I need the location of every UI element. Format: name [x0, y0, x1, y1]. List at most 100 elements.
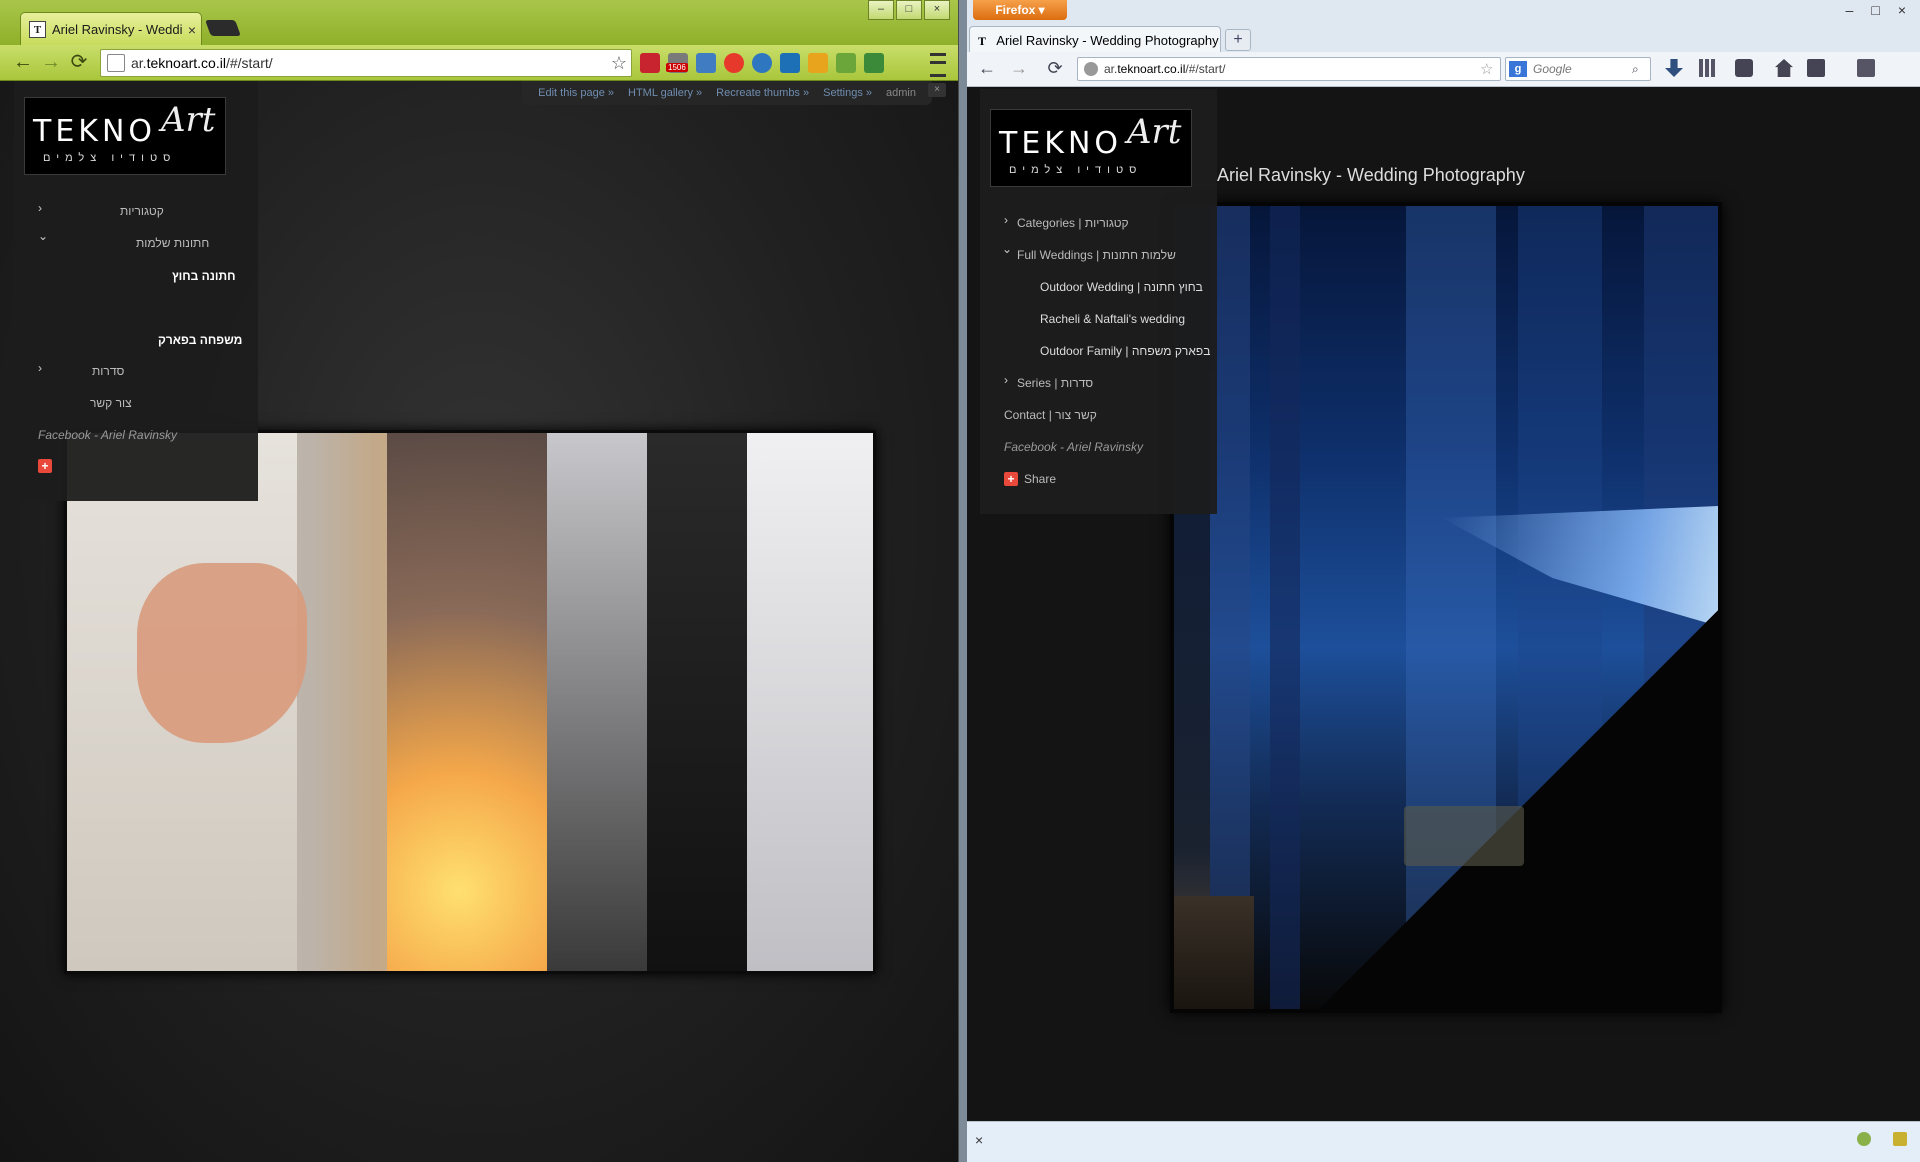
- menu-full-weddings[interactable]: חתונות שלמות: [136, 236, 209, 250]
- menu-categories[interactable]: קטגוריות: [120, 204, 164, 218]
- html-gallery-link[interactable]: HTML gallery »: [628, 87, 702, 99]
- omnibox[interactable]: ar.teknoart.co.il/#/start/ ☆: [100, 49, 632, 77]
- new-tab-button[interactable]: [205, 20, 241, 36]
- reload-button[interactable]: ⟳: [1043, 58, 1067, 79]
- menu-full-weddings[interactable]: Full Weddings | שלמות חתונות: [1017, 248, 1176, 262]
- google-icon: g: [1509, 61, 1527, 77]
- extension-icon[interactable]: [696, 53, 716, 73]
- new-tab-button[interactable]: +: [1225, 29, 1251, 51]
- status-icon[interactable]: [1893, 1132, 1907, 1146]
- firefox-page: Ariel Ravinsky - Wedding Photography TEK…: [967, 87, 1920, 1121]
- chevron-right-icon: ›: [38, 361, 42, 375]
- page-heading: Ariel Ravinsky - Wedding Photography: [1217, 165, 1525, 185]
- menu-racheli-wedding[interactable]: Racheli & Naftali's wedding: [1040, 312, 1185, 326]
- tab-close-icon[interactable]: ×: [183, 22, 201, 38]
- firefox-titlebar: Firefox ▾ – □ ×: [967, 0, 1920, 24]
- url-text: ar.teknoart.co.il/#/start/: [1104, 62, 1226, 76]
- share-plus-icon[interactable]: +: [1004, 472, 1018, 486]
- menu-facebook[interactable]: Facebook - Ariel Ravinsky: [38, 428, 177, 442]
- window-controls: – □ ×: [866, 0, 950, 20]
- extension-icon[interactable]: [808, 53, 828, 73]
- back-button[interactable]: ←: [10, 50, 36, 74]
- firefox-menu-button[interactable]: Firefox ▾: [973, 0, 1067, 20]
- menu-outdoor-wedding[interactable]: חתונה בחוץ: [172, 269, 236, 283]
- bookmark-star-icon[interactable]: ☆: [1480, 60, 1500, 78]
- hand-shape: [137, 563, 307, 743]
- admin-bar-close-icon[interactable]: ×: [928, 83, 946, 97]
- reload-button[interactable]: ⟳: [66, 50, 92, 74]
- menu-series[interactable]: Series | סדרות: [1017, 376, 1093, 390]
- print-icon[interactable]: [1735, 59, 1753, 77]
- page-icon: [107, 54, 125, 72]
- chrome-page: Edit this page » HTML gallery » Recreate…: [0, 81, 958, 1162]
- chevron-right-icon: ›: [1004, 213, 1008, 227]
- settings-icon[interactable]: [1857, 59, 1875, 77]
- chrome-window: T Ariel Ravinsky - Wedding × – □ × ← → ⟳…: [0, 0, 959, 1162]
- menu-categories[interactable]: Categories | קטגוריות: [1017, 216, 1129, 230]
- favicon-icon: T: [29, 21, 46, 38]
- extension-icon[interactable]: [780, 53, 800, 73]
- maximize-button[interactable]: □: [1871, 2, 1879, 18]
- forward-button[interactable]: →: [38, 50, 64, 74]
- back-button[interactable]: ←: [975, 58, 999, 79]
- chrome-tab[interactable]: T Ariel Ravinsky - Wedding ×: [20, 12, 202, 46]
- extension-badge-icon[interactable]: 1506: [666, 53, 688, 73]
- tab-title: Ariel Ravinsky - Wedding: [52, 22, 183, 37]
- tekno-art-logo[interactable]: TEKNO Art סטודיו צלמים: [24, 97, 226, 175]
- extension-icon[interactable]: [836, 53, 856, 73]
- slideshow-photo: [64, 430, 876, 974]
- extension-icon[interactable]: [724, 53, 744, 73]
- close-window-button[interactable]: ×: [924, 0, 950, 20]
- menu-contact[interactable]: צור קשר: [90, 396, 132, 410]
- addon-bar-close-icon[interactable]: ×: [975, 1132, 983, 1148]
- extension-icon[interactable]: [864, 53, 884, 73]
- forward-button[interactable]: →: [1007, 58, 1031, 79]
- maximize-button[interactable]: □: [896, 0, 922, 20]
- search-input[interactable]: Google: [1533, 62, 1632, 76]
- minimize-button[interactable]: –: [1846, 2, 1854, 18]
- firefox-tab[interactable]: T Ariel Ravinsky - Wedding Photography .…: [969, 26, 1221, 53]
- download-icon[interactable]: [1665, 59, 1683, 77]
- search-icon[interactable]: ⌕: [1632, 62, 1650, 77]
- menu-series[interactable]: סדרות: [92, 364, 124, 378]
- menu-outdoor-family[interactable]: משפחה בפארק: [158, 333, 242, 347]
- firefox-window: Firefox ▾ – □ × T Ariel Ravinsky - Weddi…: [967, 0, 1920, 1162]
- chrome-menu-icon[interactable]: [930, 53, 946, 77]
- status-icon[interactable]: [1857, 1132, 1871, 1146]
- minimize-button[interactable]: –: [868, 0, 894, 20]
- window-controls: – □ ×: [1846, 2, 1906, 18]
- home-icon[interactable]: [1775, 59, 1793, 77]
- menu-facebook[interactable]: Facebook - Ariel Ravinsky: [1004, 440, 1143, 454]
- url-bar[interactable]: ar.teknoart.co.il/#/start/ ☆: [1077, 57, 1501, 81]
- bookmark-star-icon[interactable]: ☆: [607, 53, 631, 74]
- menu-contact[interactable]: Contact | קשר צור: [1004, 408, 1097, 422]
- recreate-thumbs-link[interactable]: Recreate thumbs »: [716, 87, 809, 99]
- chevron-right-icon: ›: [1004, 373, 1008, 387]
- close-window-button[interactable]: ×: [1898, 2, 1906, 18]
- favicon-icon: T: [978, 33, 987, 48]
- tab-title: Ariel Ravinsky - Wedding Photography ...: [996, 32, 1220, 48]
- admin-bar: Edit this page » HTML gallery » Recreate…: [522, 81, 932, 105]
- stone-wall: [1404, 806, 1524, 866]
- library-icon[interactable]: [1699, 59, 1717, 77]
- firefox-tabbar: T Ariel Ravinsky - Wedding Photography .…: [967, 24, 1920, 53]
- shadow-wedge: [1174, 556, 1718, 1009]
- tekno-art-logo[interactable]: TEKNO Art סטודיו צלמים: [990, 109, 1192, 187]
- edit-page-link[interactable]: Edit this page »: [538, 87, 614, 99]
- chrome-sidebar: TEKNO Art סטודיו צלמים › קטגוריות ⌄ חתונ…: [14, 81, 258, 501]
- share-plus-icon[interactable]: +: [38, 459, 52, 473]
- addon-icon[interactable]: [1807, 59, 1825, 77]
- chrome-toolbar: ← → ⟳ ar.teknoart.co.il/#/start/ ☆ 1506: [0, 45, 958, 81]
- menu-share[interactable]: Share: [1024, 472, 1056, 486]
- settings-link[interactable]: Settings »: [823, 87, 872, 99]
- search-box[interactable]: g Google ⌕: [1505, 57, 1651, 81]
- extension-icon[interactable]: [752, 53, 772, 73]
- addon-bar: ×: [967, 1121, 1920, 1162]
- url-text: ar.teknoart.co.il/#/start/: [131, 55, 273, 71]
- ground: [1174, 896, 1254, 1009]
- menu-outdoor-family[interactable]: Outdoor Family | בפארק משפחה: [1040, 344, 1210, 358]
- admin-label: admin: [886, 87, 916, 99]
- menu-outdoor-wedding[interactable]: Outdoor Wedding | בחוץ חתונה: [1040, 280, 1203, 294]
- extension-icon[interactable]: [640, 53, 660, 73]
- slideshow-photo: [1170, 202, 1722, 1013]
